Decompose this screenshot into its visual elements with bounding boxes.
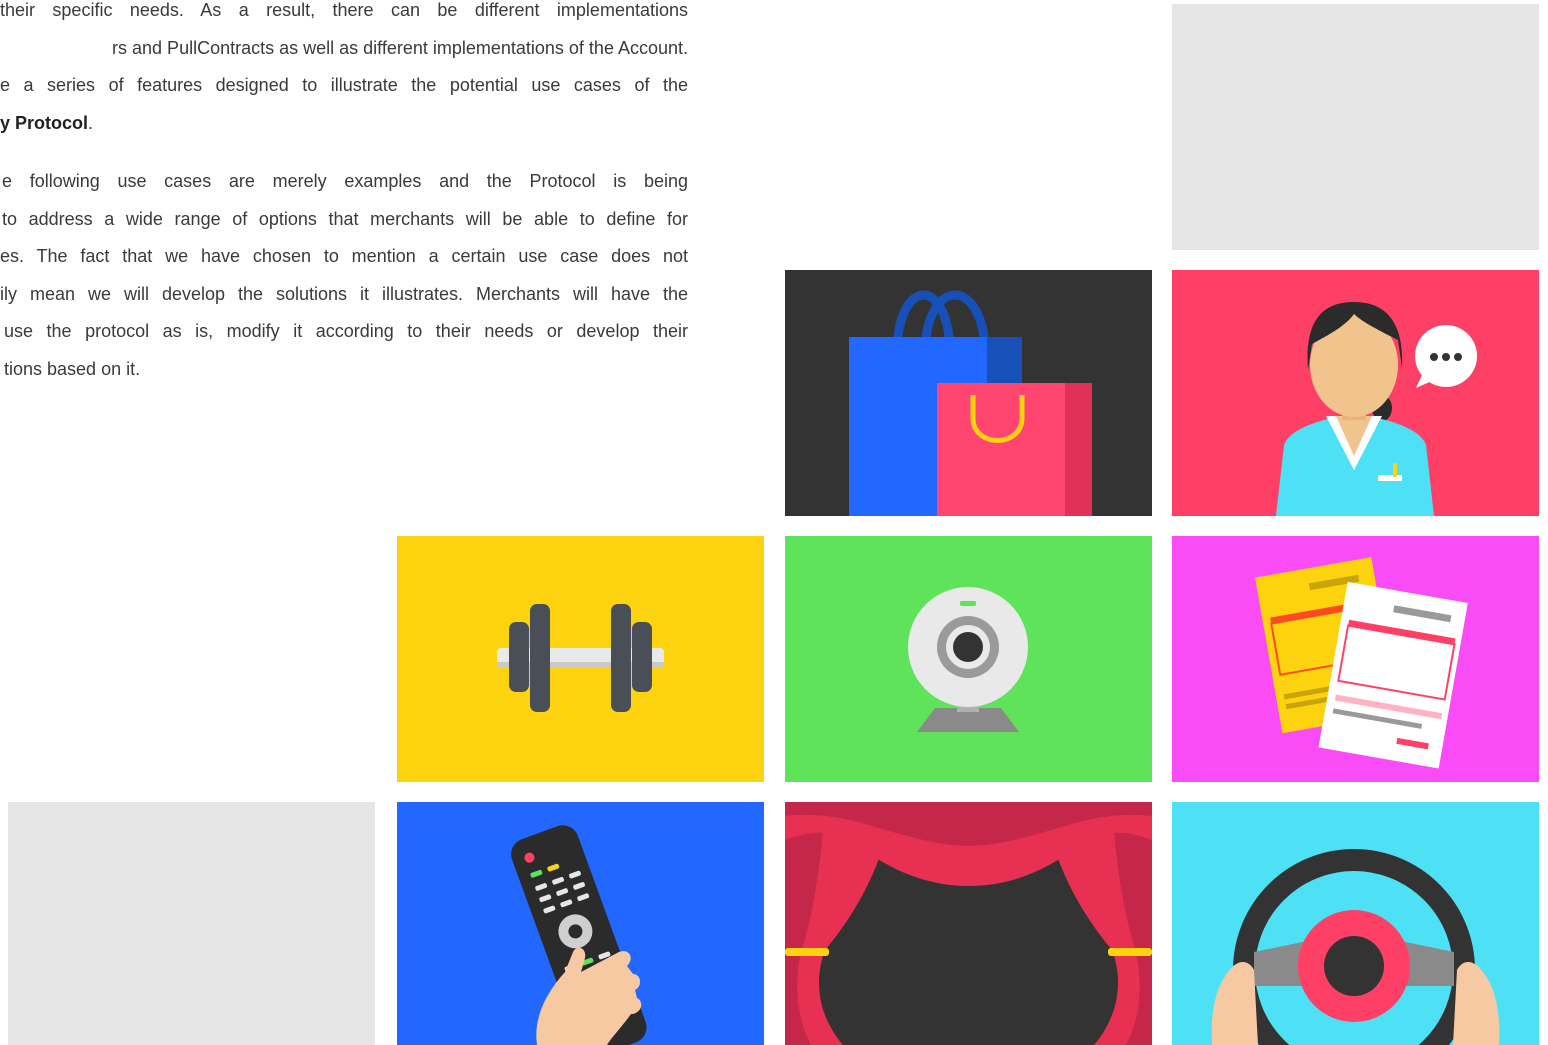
tile-webcam[interactable]: [785, 536, 1152, 782]
shopping-bags-icon: [785, 270, 1152, 516]
tile-driving[interactable]: [1172, 802, 1539, 1045]
text-line: their specific needs. As a result, there…: [0, 0, 688, 20]
text-tail: .: [88, 112, 94, 133]
tv-remote-icon: [397, 802, 764, 1045]
text-line: tions based on it.: [4, 358, 141, 379]
intro-paragraph-1: their specific needs. As a result, there…: [0, 0, 688, 142]
intro-paragraph-2: e following use cases are merely example…: [0, 163, 688, 388]
placeholder-image: [1172, 4, 1539, 250]
placeholder-image: [8, 802, 375, 1045]
utility-bills-icon: [1172, 536, 1539, 782]
text-line: e a series of features designed to illus…: [0, 75, 688, 95]
text-line: y Protocol.: [0, 105, 688, 143]
webcam-icon: [785, 536, 1152, 782]
dumbbell-icon: [397, 536, 764, 782]
text-line: to address a wide range of options that …: [2, 208, 688, 229]
tile-theater[interactable]: [785, 802, 1152, 1045]
tile-tv[interactable]: [397, 802, 764, 1045]
tile-assistant[interactable]: [1172, 270, 1539, 516]
tile-bills[interactable]: [1172, 536, 1539, 782]
text-line: ily mean we will develop the solutions i…: [0, 283, 688, 304]
theater-curtain-icon: [785, 802, 1152, 1045]
text-line: e following use cases are merely example…: [2, 171, 688, 191]
text-line: es. The fact that we have chosen to ment…: [0, 246, 688, 266]
customer-service-icon: [1172, 270, 1539, 516]
text-line: rs and PullContracts as well as differen…: [112, 37, 688, 58]
protocol-name: y Protocol: [0, 112, 89, 133]
steering-wheel-icon: [1172, 802, 1539, 1045]
tile-placeholder-bottom: [8, 802, 375, 1045]
tile-shopping[interactable]: [785, 270, 1152, 516]
tile-fitness[interactable]: [397, 536, 764, 782]
text-line: use the protocol as is, modify it accord…: [4, 321, 688, 341]
tile-placeholder-top: [1172, 4, 1539, 250]
